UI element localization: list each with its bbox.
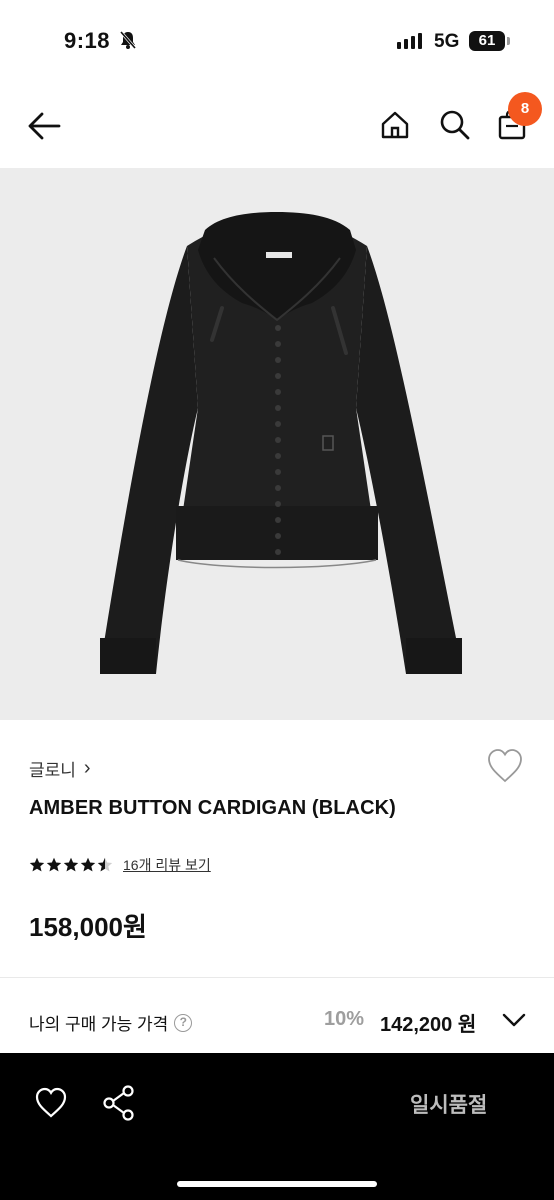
- wishlist-heart-icon-bottom[interactable]: [34, 1087, 68, 1124]
- star-icon: [63, 857, 79, 872]
- brand-name: 글로니: [29, 761, 76, 780]
- chevron-right-icon: ›: [83, 757, 91, 779]
- search-icon[interactable]: [438, 108, 472, 142]
- back-arrow-icon[interactable]: [24, 106, 64, 146]
- star-icon: [29, 857, 45, 872]
- sale-price: 142,200 원: [380, 1014, 477, 1036]
- product-title: AMBER BUTTON CARDIGAN (BLACK): [29, 797, 396, 819]
- rating-stars: [29, 857, 113, 873]
- product-image[interactable]: [0, 168, 554, 720]
- star-icon: [46, 857, 62, 872]
- wishlist-heart-icon[interactable]: [486, 748, 524, 789]
- purchase-price-label: 나의 구매 가능 가격 ?: [29, 1010, 193, 1035]
- review-link[interactable]: 16개 리뷰 보기: [123, 855, 211, 875]
- battery-icon: 61: [469, 31, 505, 51]
- divider: [0, 977, 554, 978]
- help-question-icon[interactable]: ?: [174, 1013, 193, 1032]
- rating-row: 16개 리뷰 보기: [29, 855, 211, 875]
- purchase-label-text: 나의 구매 가능 가격: [29, 1015, 169, 1034]
- status-bar: 9:18 5G 61: [0, 0, 554, 84]
- star-icon: [97, 857, 113, 872]
- brand-link[interactable]: 글로니 ›: [29, 756, 91, 781]
- product-price: 158,000원: [29, 912, 147, 942]
- cart-count-badge: 8: [508, 92, 542, 126]
- home-indicator: [177, 1181, 377, 1187]
- home-icon[interactable]: [378, 108, 412, 142]
- chevron-down-icon[interactable]: [502, 1012, 526, 1033]
- soldout-button[interactable]: 일시품절: [410, 1089, 487, 1119]
- star-icon: [80, 857, 96, 872]
- network-type: 5G: [434, 31, 460, 52]
- bottom-action-bar: [0, 1053, 554, 1200]
- share-icon[interactable]: [102, 1085, 136, 1126]
- discount-rate: 10%: [324, 1008, 365, 1030]
- cellular-signal-icon: [397, 33, 422, 49]
- cardigan-illustration: [100, 212, 462, 674]
- bell-muted-icon: [118, 30, 138, 55]
- status-time: 9:18: [64, 28, 111, 53]
- top-nav: [0, 84, 554, 168]
- battery-tip: [507, 37, 510, 45]
